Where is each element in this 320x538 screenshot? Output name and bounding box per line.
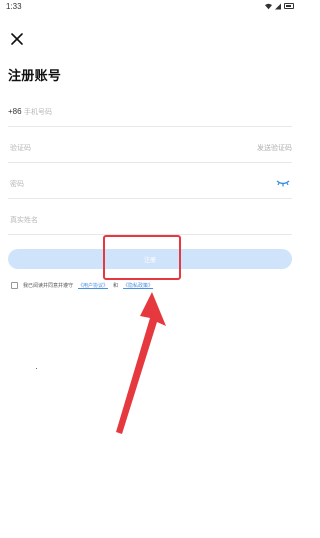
verification-code-field[interactable]: 验证码 发送验证码 bbox=[8, 136, 292, 163]
password-field[interactable]: 密码 bbox=[8, 172, 292, 199]
phone-placeholder: 手机号码 bbox=[24, 109, 52, 116]
wifi-icon bbox=[265, 3, 272, 9]
status-time: 1:33 bbox=[6, 1, 22, 11]
red-arrow-annotation bbox=[116, 292, 166, 434]
send-code-button[interactable]: 发送验证码 bbox=[257, 143, 292, 153]
phone-field[interactable]: +86 手机号码 bbox=[8, 100, 292, 127]
stray-dot bbox=[36, 368, 37, 369]
status-icons bbox=[265, 3, 294, 10]
close-icon[interactable] bbox=[10, 32, 24, 46]
highlight-box bbox=[103, 235, 181, 280]
page-title: 注册账号 bbox=[8, 68, 62, 83]
signal-icon bbox=[275, 3, 281, 9]
eye-closed-icon[interactable] bbox=[276, 178, 290, 188]
agreement-checkbox[interactable] bbox=[11, 282, 18, 289]
code-placeholder: 验证码 bbox=[10, 145, 31, 152]
real-name-field[interactable]: 真实姓名 bbox=[8, 208, 292, 235]
country-code[interactable]: +86 bbox=[8, 107, 22, 116]
realname-placeholder: 真实姓名 bbox=[10, 217, 38, 224]
battery-icon bbox=[284, 3, 294, 9]
status-bar: 1:33 bbox=[0, 0, 300, 12]
password-placeholder: 密码 bbox=[10, 181, 24, 188]
user-agreement-link[interactable]: 《用户协议》 bbox=[78, 282, 108, 289]
agreement-text: 我已阅读并同意并遵守 bbox=[23, 283, 74, 289]
